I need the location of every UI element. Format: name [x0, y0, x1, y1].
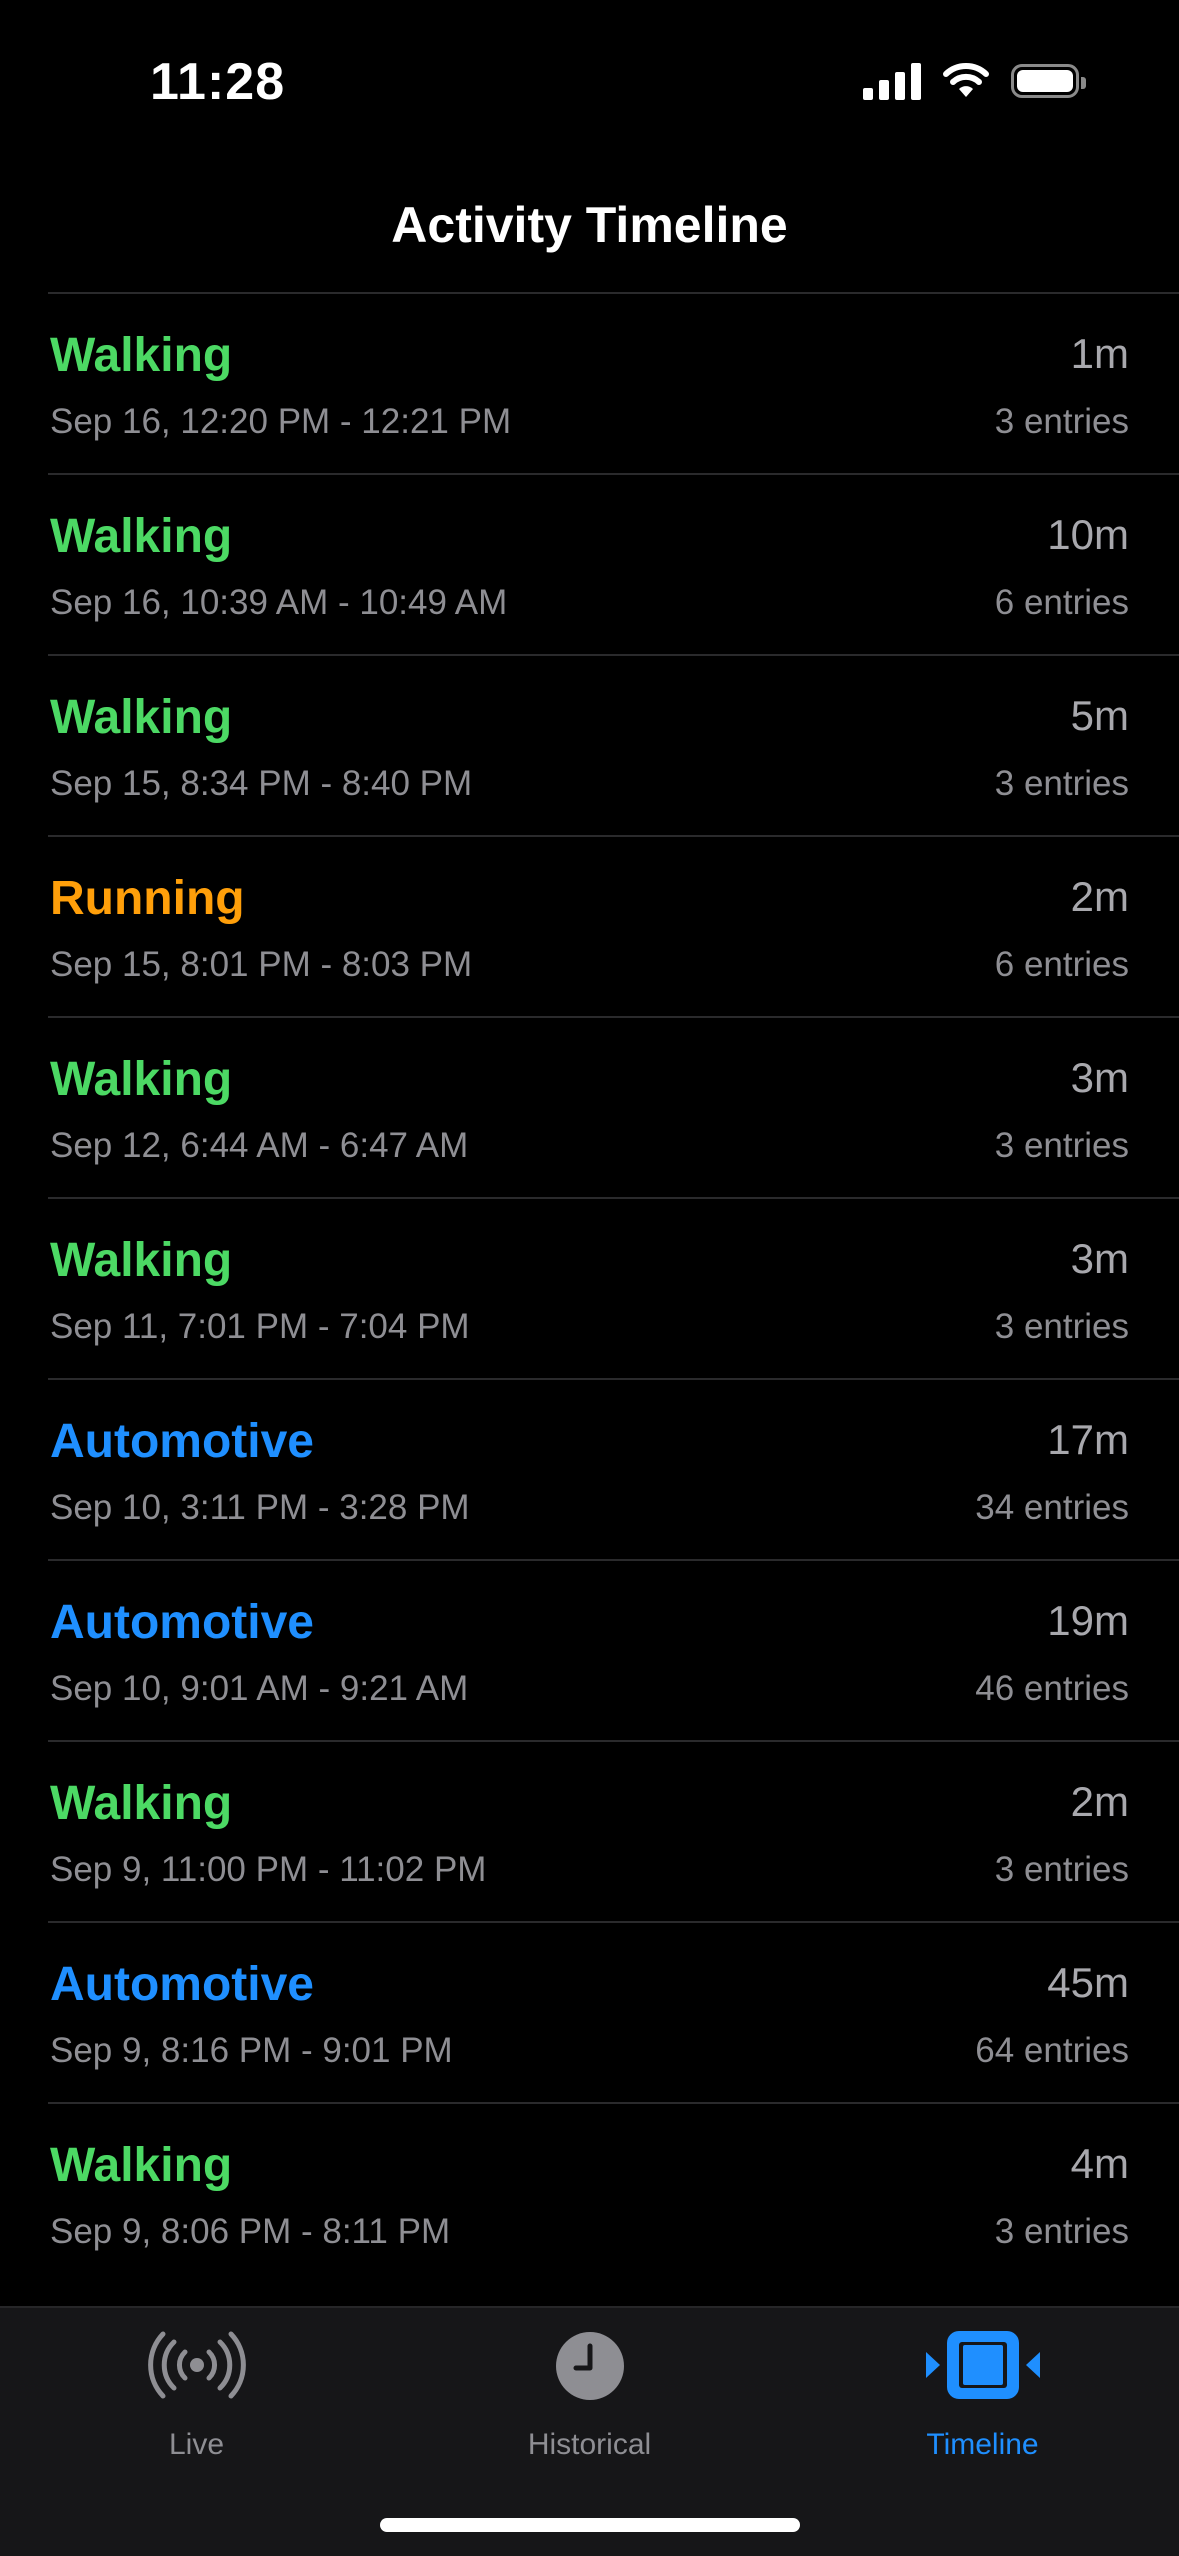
tab-live[interactable]: Live: [0, 2308, 393, 2478]
timeline-list: Walking Sep 16, 12:20 PM - 12:21 PM 1m 3 en…: [48, 292, 1179, 2283]
timeline-row[interactable]: Automotive Sep 10, 3:11 PM - 3:28 PM 17m 34…: [48, 1378, 1179, 1559]
entries-count: 3 entries: [994, 402, 1129, 441]
entries-count: 6 entries: [994, 945, 1129, 984]
activity-name: Automotive: [50, 1596, 314, 1649]
status-icons: [863, 62, 1086, 100]
time-range: Sep 16, 12:20 PM - 12:21 PM: [50, 402, 512, 441]
activity-name: Running: [50, 872, 245, 925]
home-indicator: [380, 2518, 800, 2532]
page-title: Activity Timeline: [391, 197, 788, 253]
tab-timeline-label: Timeline: [926, 2428, 1039, 2461]
timeline-row[interactable]: Running Sep 15, 8:01 PM - 8:03 PM 2m 6 entr…: [48, 835, 1179, 1016]
tab-historical[interactable]: Historical: [393, 2308, 786, 2478]
duration: 3m: [1070, 1235, 1129, 1282]
tab-bar: Live Historical Timeline: [0, 2306, 1179, 2556]
timeline-row[interactable]: Walking Sep 11, 7:01 PM - 7:04 PM 3m 3 entr…: [48, 1197, 1179, 1378]
activity-name: Walking: [50, 1777, 233, 1830]
timeline-icon: [925, 2331, 1040, 2399]
entries-count: 3 entries: [994, 1307, 1129, 1346]
wifi-icon: [943, 63, 989, 97]
activity-name: Automotive: [50, 1958, 314, 2011]
time-range: Sep 10, 9:01 AM - 9:21 AM: [50, 1669, 469, 1708]
duration: 3m: [1070, 1054, 1129, 1101]
entries-count: 3 entries: [994, 1126, 1129, 1165]
time-range: Sep 15, 8:01 PM - 8:03 PM: [50, 945, 473, 984]
status-time: 11:28: [150, 53, 286, 111]
timeline-row[interactable]: Walking Sep 9, 8:06 PM - 8:11 PM 4m 3 entri…: [48, 2102, 1179, 2283]
duration: 4m: [1070, 2140, 1129, 2187]
timeline-row[interactable]: Walking Sep 12, 6:44 AM - 6:47 AM 3m 3 entr…: [48, 1016, 1179, 1197]
time-range: Sep 10, 3:11 PM - 3:28 PM: [50, 1488, 470, 1527]
status-bar: 11:28: [0, 0, 1179, 180]
tab-historical-label: Historical: [527, 2428, 652, 2461]
time-range: Sep 11, 7:01 PM - 7:04 PM: [50, 1307, 470, 1346]
entries-count: 46 entries: [975, 1669, 1129, 1708]
entries-count: 34 entries: [975, 1488, 1129, 1527]
tab-timeline[interactable]: Timeline: [786, 2308, 1179, 2478]
duration: 10m: [1047, 511, 1129, 558]
clock-icon: [555, 2332, 624, 2400]
tab-live-label: Live: [168, 2428, 225, 2461]
activity-name: Automotive: [50, 1415, 314, 1468]
entries-count: 3 entries: [994, 2212, 1129, 2251]
duration: 5m: [1070, 692, 1129, 739]
timeline-row[interactable]: Walking Sep 16, 10:39 AM - 10:49 AM 10m 6 e…: [48, 473, 1179, 654]
entries-count: 3 entries: [994, 764, 1129, 803]
entries-count: 6 entries: [994, 583, 1129, 622]
entries-count: 64 entries: [975, 2031, 1129, 2070]
activity-name: Walking: [50, 1234, 233, 1287]
timeline-row[interactable]: Walking Sep 9, 11:00 PM - 11:02 PM 2m 3 ent…: [48, 1740, 1179, 1921]
entries-count: 3 entries: [994, 1850, 1129, 1889]
time-range: Sep 15, 8:34 PM - 8:40 PM: [50, 764, 473, 803]
time-range: Sep 9, 11:00 PM - 11:02 PM: [50, 1850, 487, 1889]
duration: 45m: [1047, 1959, 1129, 2006]
time-range: Sep 9, 8:16 PM - 9:01 PM: [50, 2031, 453, 2070]
time-range: Sep 16, 10:39 AM - 10:49 AM: [50, 583, 508, 622]
activity-name: Walking: [50, 2139, 233, 2192]
cellular-signal-icon: [863, 62, 921, 100]
timeline-row[interactable]: Walking Sep 15, 8:34 PM - 8:40 PM 5m 3 entr…: [48, 654, 1179, 835]
activity-name: Walking: [50, 510, 233, 563]
time-range: Sep 9, 8:06 PM - 8:11 PM: [50, 2212, 451, 2251]
duration: 2m: [1070, 873, 1129, 920]
duration: 19m: [1047, 1597, 1129, 1644]
time-range: Sep 12, 6:44 AM - 6:47 AM: [50, 1126, 469, 1165]
broadcast-icon: [147, 2331, 246, 2399]
duration: 1m: [1070, 330, 1129, 377]
timeline-row[interactable]: Automotive Sep 9, 8:16 PM - 9:01 PM 45m 64 …: [48, 1921, 1179, 2102]
timeline-row[interactable]: Walking Sep 16, 12:20 PM - 12:21 PM 1m 3 en…: [48, 292, 1179, 473]
duration: 17m: [1047, 1416, 1129, 1463]
battery-icon: [1011, 64, 1086, 98]
activity-name: Walking: [50, 1053, 233, 1106]
activity-name: Walking: [50, 691, 233, 744]
duration: 2m: [1070, 1778, 1129, 1825]
timeline-row[interactable]: Automotive Sep 10, 9:01 AM - 9:21 AM 19m 46…: [48, 1559, 1179, 1740]
activity-name: Walking: [50, 329, 233, 382]
